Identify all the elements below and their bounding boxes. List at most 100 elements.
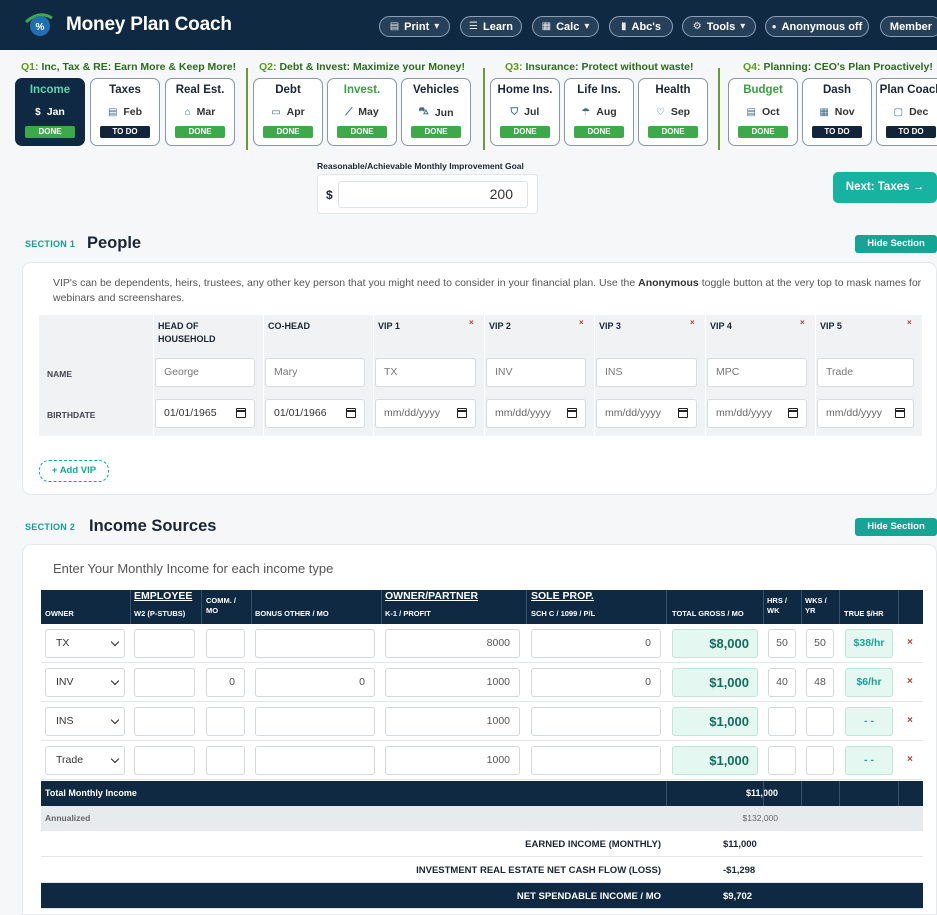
step-card-real-est[interactable]: Real Est. ⌂ Mar DONE xyxy=(165,78,235,146)
remove-vip-icon[interactable]: × xyxy=(800,318,805,327)
remove-row-icon[interactable]: × xyxy=(907,637,913,648)
owner-select[interactable]: Trade xyxy=(45,746,125,775)
calendar-icon[interactable] xyxy=(567,408,577,418)
step-card-home-ins[interactable]: Home Ins. ⛉ Jul DONE xyxy=(490,78,560,146)
remove-vip-icon[interactable]: × xyxy=(469,318,474,327)
owner-select[interactable]: TX xyxy=(45,629,125,658)
name-input[interactable]: INS xyxy=(596,358,697,387)
remove-row-icon[interactable]: × xyxy=(907,715,913,726)
step-card-dash[interactable]: Dash ▦ Nov TO DO xyxy=(802,78,872,146)
w2-input[interactable] xyxy=(134,707,195,736)
step-card-health[interactable]: Health ♡ Sep DONE xyxy=(638,78,708,146)
total-gross-value: $1,000 xyxy=(672,746,758,775)
birthdate-input[interactable]: mm/dd/yyyy xyxy=(707,399,807,428)
name-input[interactable]: George xyxy=(155,358,255,387)
step-card-income[interactable]: Income $ Jan DONE xyxy=(15,78,85,146)
step-card-vehicles[interactable]: Vehicles ⛍ Jun DONE xyxy=(401,78,471,146)
remove-vip-icon[interactable]: × xyxy=(690,318,695,327)
remove-row-icon[interactable]: × xyxy=(907,676,913,687)
calendar-icon[interactable] xyxy=(678,408,688,418)
wks-input[interactable] xyxy=(806,746,834,775)
remove-row-icon[interactable]: × xyxy=(907,754,913,765)
owner-select[interactable]: INS xyxy=(45,707,125,736)
step-card-plan-coach[interactable]: Plan Coach ▢ Dec TO DO xyxy=(876,78,937,146)
name-input[interactable]: Trade xyxy=(817,358,914,387)
wks-input[interactable]: 48 xyxy=(806,668,834,697)
sole-input[interactable]: 0 xyxy=(531,629,661,658)
wks-input[interactable] xyxy=(806,707,834,736)
remove-vip-icon[interactable]: × xyxy=(907,318,912,327)
step-card-taxes[interactable]: Taxes ▤ Feb TO DO xyxy=(90,78,160,146)
comm-input[interactable]: 0 xyxy=(206,668,245,697)
calendar-icon[interactable] xyxy=(346,408,356,418)
logo-icon[interactable]: % xyxy=(24,12,54,38)
brand-title[interactable]: Money Plan Coach xyxy=(66,14,232,36)
hrs-input[interactable] xyxy=(768,746,796,775)
next-taxes-button[interactable]: Next: Taxes → xyxy=(833,172,937,203)
tools-button[interactable]: ⚙ Tools ▾ xyxy=(682,16,756,37)
name-input[interactable]: MPC xyxy=(707,358,807,387)
sole-input[interactable] xyxy=(531,707,661,736)
hrs-input[interactable]: 50 xyxy=(768,629,796,658)
calendar-icon[interactable] xyxy=(895,408,905,418)
w2-input[interactable] xyxy=(134,746,195,775)
k1-input[interactable]: 1000 xyxy=(385,746,520,775)
hide-section-button[interactable]: Hide Section xyxy=(855,235,937,253)
step-month: ⛍ Jun xyxy=(418,106,454,119)
step-month: ▤ Oct xyxy=(746,106,780,118)
k1-input[interactable]: 1000 xyxy=(385,668,520,697)
calc-button[interactable]: ▦ Calc ▾ xyxy=(532,16,599,37)
person-column: VIP 5 × Trade mm/dd/yyyy xyxy=(815,315,922,436)
birthdate-input[interactable]: mm/dd/yyyy xyxy=(375,399,476,428)
grid-icon: ▦ xyxy=(819,106,829,118)
w2-input[interactable] xyxy=(134,629,195,658)
k1-input[interactable]: 8000 xyxy=(385,629,520,658)
goal-input[interactable]: 200 xyxy=(338,181,528,208)
anonymous-toggle[interactable]: ● Anonymous off xyxy=(765,16,869,37)
name-input[interactable]: TX xyxy=(375,358,476,387)
wks-input[interactable]: 50 xyxy=(806,629,834,658)
w2-input[interactable] xyxy=(134,668,195,697)
people-panel: VIP's can be dependents, heirs, trustees… xyxy=(22,262,937,495)
owner-select[interactable]: INV xyxy=(45,668,125,697)
remove-vip-icon[interactable]: × xyxy=(579,318,584,327)
sole-input[interactable] xyxy=(531,746,661,775)
comm-input[interactable] xyxy=(206,746,245,775)
comm-input[interactable] xyxy=(206,707,245,736)
hide-section-button[interactable]: Hide Section xyxy=(855,518,937,536)
birthdate-input[interactable]: mm/dd/yyyy xyxy=(596,399,697,428)
name-input[interactable]: Mary xyxy=(265,358,365,387)
birthdate-input[interactable]: mm/dd/yyyy xyxy=(486,399,586,428)
bonus-input[interactable] xyxy=(255,746,375,775)
step-title: Life Ins. xyxy=(577,84,621,96)
bonus-input[interactable] xyxy=(255,707,375,736)
step-card-life-ins[interactable]: Life Ins. ☂ Aug DONE xyxy=(564,78,634,146)
member-button[interactable]: Member xyxy=(880,16,937,37)
calendar-icon[interactable] xyxy=(788,408,798,418)
calendar-icon[interactable] xyxy=(457,408,467,418)
k1-input[interactable]: 1000 xyxy=(385,707,520,736)
birthdate-input[interactable]: mm/dd/yyyy xyxy=(817,399,914,428)
name-input[interactable]: INV xyxy=(486,358,586,387)
bonus-input[interactable] xyxy=(255,629,375,658)
birthdate-input[interactable]: 01/01/1966 xyxy=(265,399,365,428)
hrs-input[interactable]: 40 xyxy=(768,668,796,697)
learn-button[interactable]: ☰ Learn xyxy=(460,16,522,37)
step-card-invest[interactable]: Invest. ⟋ May DONE xyxy=(327,78,397,146)
sole-input[interactable]: 0 xyxy=(531,668,661,697)
birthdate-input[interactable]: 01/01/1965 xyxy=(155,399,255,428)
person-header: VIP 4 xyxy=(710,321,732,331)
quarter-divider xyxy=(718,68,720,150)
bonus-input[interactable]: 0 xyxy=(255,668,375,697)
add-vip-button[interactable]: + Add VIP xyxy=(39,460,109,482)
step-card-budget[interactable]: Budget ▤ Oct DONE xyxy=(728,78,798,146)
calendar-icon[interactable] xyxy=(236,408,246,418)
hrs-input[interactable] xyxy=(768,707,796,736)
status-badge: DONE xyxy=(263,126,313,138)
comm-input[interactable] xyxy=(206,629,245,658)
step-card-debt[interactable]: Debt ▭ Apr DONE xyxy=(253,78,323,146)
person-header: VIP 5 xyxy=(820,321,842,331)
row-label-name: NAME xyxy=(47,369,73,379)
abcs-button[interactable]: ▮ Abc's xyxy=(609,16,673,37)
print-button[interactable]: ▤ Print ▾ xyxy=(379,16,450,37)
